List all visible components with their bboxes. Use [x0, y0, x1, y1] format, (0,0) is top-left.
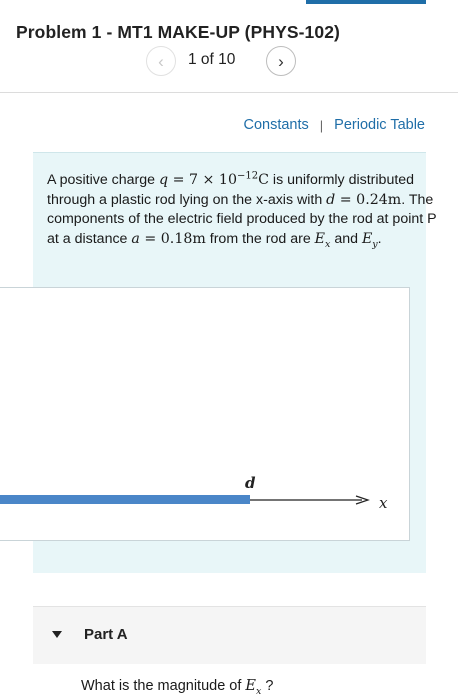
- problem-counter: 1 of 10: [188, 51, 236, 68]
- header-divider: [0, 92, 458, 93]
- link-separator: |: [319, 117, 324, 133]
- problem-figure: d x: [0, 287, 410, 541]
- chevron-right-icon: ›: [278, 51, 284, 71]
- part-a-label[interactable]: Part A: [84, 626, 128, 643]
- chevron-left-icon: ‹: [158, 51, 164, 71]
- next-problem-button[interactable]: ›: [266, 46, 296, 76]
- rod-diagram: d x: [0, 474, 388, 512]
- constants-link[interactable]: Constants: [243, 117, 308, 133]
- charged-rod: [0, 495, 250, 504]
- distance-variable: a: [131, 230, 140, 247]
- charge-unit: C: [258, 172, 269, 188]
- problem-statement: A positive charge q = 7 × 10−12C is unif…: [47, 170, 437, 250]
- length-value: = 0.24m: [335, 191, 402, 208]
- charge-exponent: −12: [237, 170, 259, 182]
- distance-value: = 0.18m: [139, 230, 206, 247]
- rod-length-label: d: [245, 474, 256, 492]
- periodic-table-link[interactable]: Periodic Table: [334, 117, 425, 133]
- page-title: Problem 1 - MT1 MAKE-UP (PHYS-102): [16, 22, 340, 42]
- previous-problem-button[interactable]: ‹: [146, 46, 176, 76]
- length-variable: d: [326, 191, 336, 208]
- part-a-question: What is the magnitude of Ex ?: [81, 678, 274, 697]
- charge-variable: q: [159, 172, 169, 188]
- x-axis-label: x: [379, 494, 388, 512]
- top-accent-bar: [306, 0, 426, 4]
- collapse-triangle-icon[interactable]: [52, 631, 62, 638]
- resource-links: Constants | Periodic Table: [243, 117, 425, 133]
